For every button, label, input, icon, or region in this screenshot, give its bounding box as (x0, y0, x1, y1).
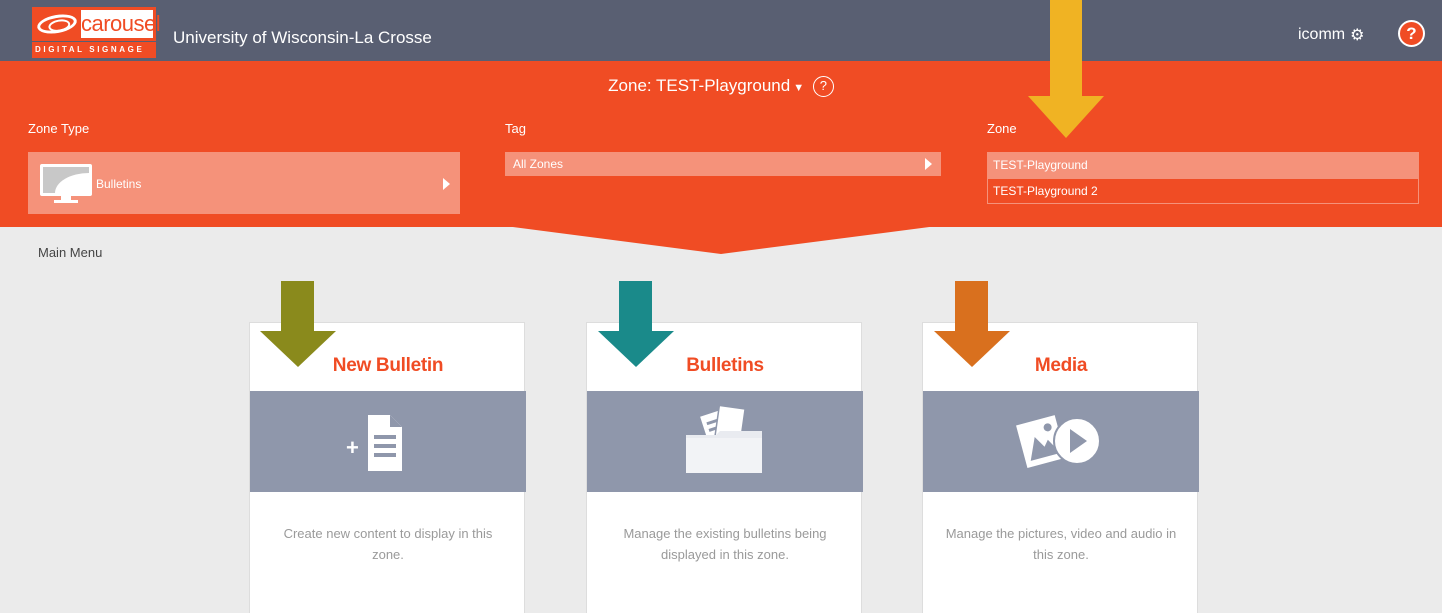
zone-option[interactable]: TEST-Playground 2 (988, 178, 1418, 203)
zone-type-selector[interactable]: Bulletins (28, 152, 460, 214)
tag-value: All Zones (513, 157, 564, 171)
chevron-right-icon (925, 158, 932, 170)
teal-arrow-icon (598, 281, 674, 367)
zone-title[interactable]: Zone: TEST-Playground ▼ ? (0, 76, 1442, 97)
olive-arrow-icon (260, 281, 336, 367)
chevron-down-icon: ▼ (793, 82, 805, 94)
zone-panel-pointer (505, 226, 937, 254)
zone-type-value: Bulletins (96, 177, 142, 191)
help-button[interactable]: ? (1398, 20, 1425, 47)
logo-word: carousel (81, 10, 161, 38)
tag-label: Tag (505, 121, 526, 136)
svg-text:+: + (346, 435, 359, 460)
zone-option-selected[interactable]: TEST-Playground (988, 153, 1418, 178)
card-description: Manage the existing bulletins being disp… (623, 526, 827, 562)
gear-icon: ⚙ (1350, 27, 1365, 44)
carousel-logo[interactable]: carousel DIGITAL SIGNAGE (32, 7, 161, 59)
zone-title-text: Zone: TEST-Playground (608, 76, 791, 95)
orange-arrow-icon (934, 281, 1010, 367)
zone-list: TEST-Playground TEST-Playground 2 (987, 152, 1419, 204)
chevron-right-icon (443, 178, 450, 190)
user-menu[interactable]: icomm ⚙ (1298, 25, 1364, 45)
folder-icon (686, 404, 762, 473)
organization-name: University of Wisconsin-La Crosse (173, 28, 432, 47)
main-menu-label: Main Menu (38, 245, 103, 260)
monitor-icon (40, 164, 92, 196)
logo-swirl-icon (35, 11, 79, 37)
top-bar: carousel DIGITAL SIGNAGE University of W… (0, 0, 1442, 61)
card-description: Manage the pictures, video and audio in … (945, 526, 1177, 562)
yellow-arrow-icon (1028, 0, 1104, 138)
username: icomm (1298, 26, 1346, 43)
zone-type-label: Zone Type (28, 121, 90, 136)
media-icon (1016, 415, 1101, 468)
new-document-icon: + (346, 415, 402, 471)
tag-selector[interactable]: All Zones (505, 152, 941, 176)
logo-tagline: DIGITAL SIGNAGE (32, 42, 156, 58)
card-description: Create new content to display in this zo… (283, 526, 493, 562)
zone-label: Zone (987, 121, 1017, 136)
zone-help-icon[interactable]: ? (812, 76, 834, 97)
